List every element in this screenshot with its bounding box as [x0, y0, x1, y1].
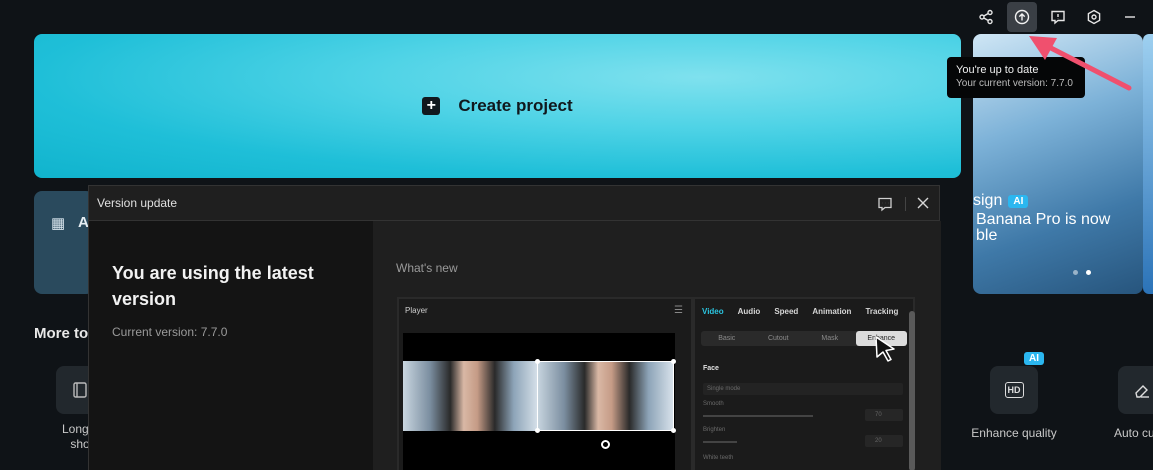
- latest-version-heading: You are using the latest version: [112, 263, 314, 309]
- preview-row-label: White teeth: [703, 455, 734, 461]
- minimize-button[interactable]: [1115, 2, 1145, 32]
- minimize-icon: [1125, 16, 1135, 18]
- promo-text: Banana Pro is now ble: [976, 212, 1141, 244]
- preview-row-label: Smooth: [703, 401, 724, 407]
- ai-badge: AI: [1024, 352, 1044, 365]
- tool-enhance-quality-label: Enhance quality: [971, 426, 1057, 440]
- scrollbar-thumb[interactable]: [909, 311, 915, 470]
- dialog-header: Version update: [89, 186, 939, 221]
- promo-title-text: sign: [973, 192, 1003, 209]
- preview-tabs: Video Audio Speed Animation Tracking: [695, 299, 913, 324]
- preview-subtab: Cutout: [767, 335, 789, 342]
- promo-text-line2: ble: [976, 227, 998, 244]
- rotate-handle-icon: [601, 440, 610, 449]
- feedback-icon[interactable]: [877, 196, 893, 212]
- carousel-dots: [1073, 270, 1091, 275]
- selection-box: [535, 359, 676, 433]
- header-divider: [905, 197, 906, 211]
- preview-stage: [403, 333, 676, 470]
- tool-enhance-quality[interactable]: HD AI Enhance quality: [965, 352, 1063, 440]
- promo-text-line1: Banana Pro is now: [976, 211, 1111, 228]
- preview-subtab: Mask: [821, 335, 839, 342]
- current-version-text: Current version: 7.7.0: [112, 325, 228, 339]
- menu-icon: ☰: [674, 305, 683, 316]
- dialog-title: Version update: [97, 196, 178, 210]
- preview-slider: [703, 441, 737, 443]
- hd-icon-text: HD: [1004, 382, 1024, 398]
- share-button[interactable]: [971, 2, 1001, 32]
- create-project-card[interactable]: + Create project: [34, 34, 961, 178]
- settings-icon: [1087, 9, 1101, 25]
- feedback-button[interactable]: [1043, 2, 1073, 32]
- close-icon[interactable]: [915, 195, 931, 211]
- dialog-status-panel: You are using the latest version Current…: [89, 221, 373, 470]
- create-project-label: Create project: [458, 96, 573, 115]
- plus-icon: +: [422, 97, 441, 115]
- video-edit-icon: ▦: [51, 215, 66, 232]
- preview-row-label: Brighten: [703, 427, 726, 433]
- preview-scrollbar[interactable]: [909, 297, 915, 470]
- upload-circle-icon: [1014, 9, 1030, 25]
- hd-icon: HD AI: [990, 352, 1044, 414]
- preview-player-header: Player ☰: [399, 299, 691, 323]
- preview-tab: Tracking: [865, 307, 899, 316]
- feedback-icon: [1051, 10, 1065, 25]
- preview-tab: Audio: [737, 307, 761, 316]
- preview-slider: [703, 415, 813, 417]
- share-icon: [979, 9, 993, 25]
- preview-value: 70: [865, 409, 903, 421]
- ai-badge: AI: [1008, 194, 1029, 208]
- preview-player-label: Player: [405, 306, 428, 315]
- more-tools-heading: More to: [34, 325, 89, 342]
- preview-tab: Animation: [812, 307, 852, 316]
- promo-title: sign AI: [973, 192, 1029, 210]
- settings-button[interactable]: [1079, 2, 1109, 32]
- update-button[interactable]: [1007, 2, 1037, 32]
- preview-player: Player ☰: [399, 299, 691, 470]
- promo-banner-next[interactable]: [1143, 34, 1153, 294]
- preview-properties-panel: Video Audio Speed Animation Tracking Bas…: [695, 299, 913, 470]
- secondary-card[interactable]: ▦ A: [34, 191, 94, 294]
- title-bar: [971, 0, 1153, 34]
- face-before-image: [403, 361, 538, 431]
- eraser-icon: [1118, 366, 1153, 414]
- tool-auto-cut[interactable]: Auto cu: [1112, 366, 1153, 440]
- tool-auto-cut-label: Auto cu: [1114, 426, 1153, 440]
- whats-new-preview-image: Player ☰ Video Audio Speed Animation Tra…: [397, 297, 915, 470]
- preview-face-label: Face: [703, 365, 719, 372]
- cursor-icon: [875, 336, 895, 362]
- preview-tab: Speed: [774, 307, 799, 316]
- annotation-arrow-icon: [1029, 36, 1132, 91]
- preview-mode-select: Single mode: [703, 383, 903, 395]
- preview-subtab: Basic: [718, 335, 736, 342]
- whats-new-heading: What's new: [396, 261, 458, 275]
- preview-value: 20: [865, 435, 903, 447]
- version-update-dialog: Version update You are using the latest …: [88, 185, 941, 470]
- preview-tab: Video: [702, 307, 724, 316]
- whats-new-panel: What's new Player ☰ Video Audio Speed An…: [373, 221, 941, 470]
- carousel-dot-active[interactable]: [1086, 270, 1091, 275]
- carousel-dot[interactable]: [1073, 270, 1078, 275]
